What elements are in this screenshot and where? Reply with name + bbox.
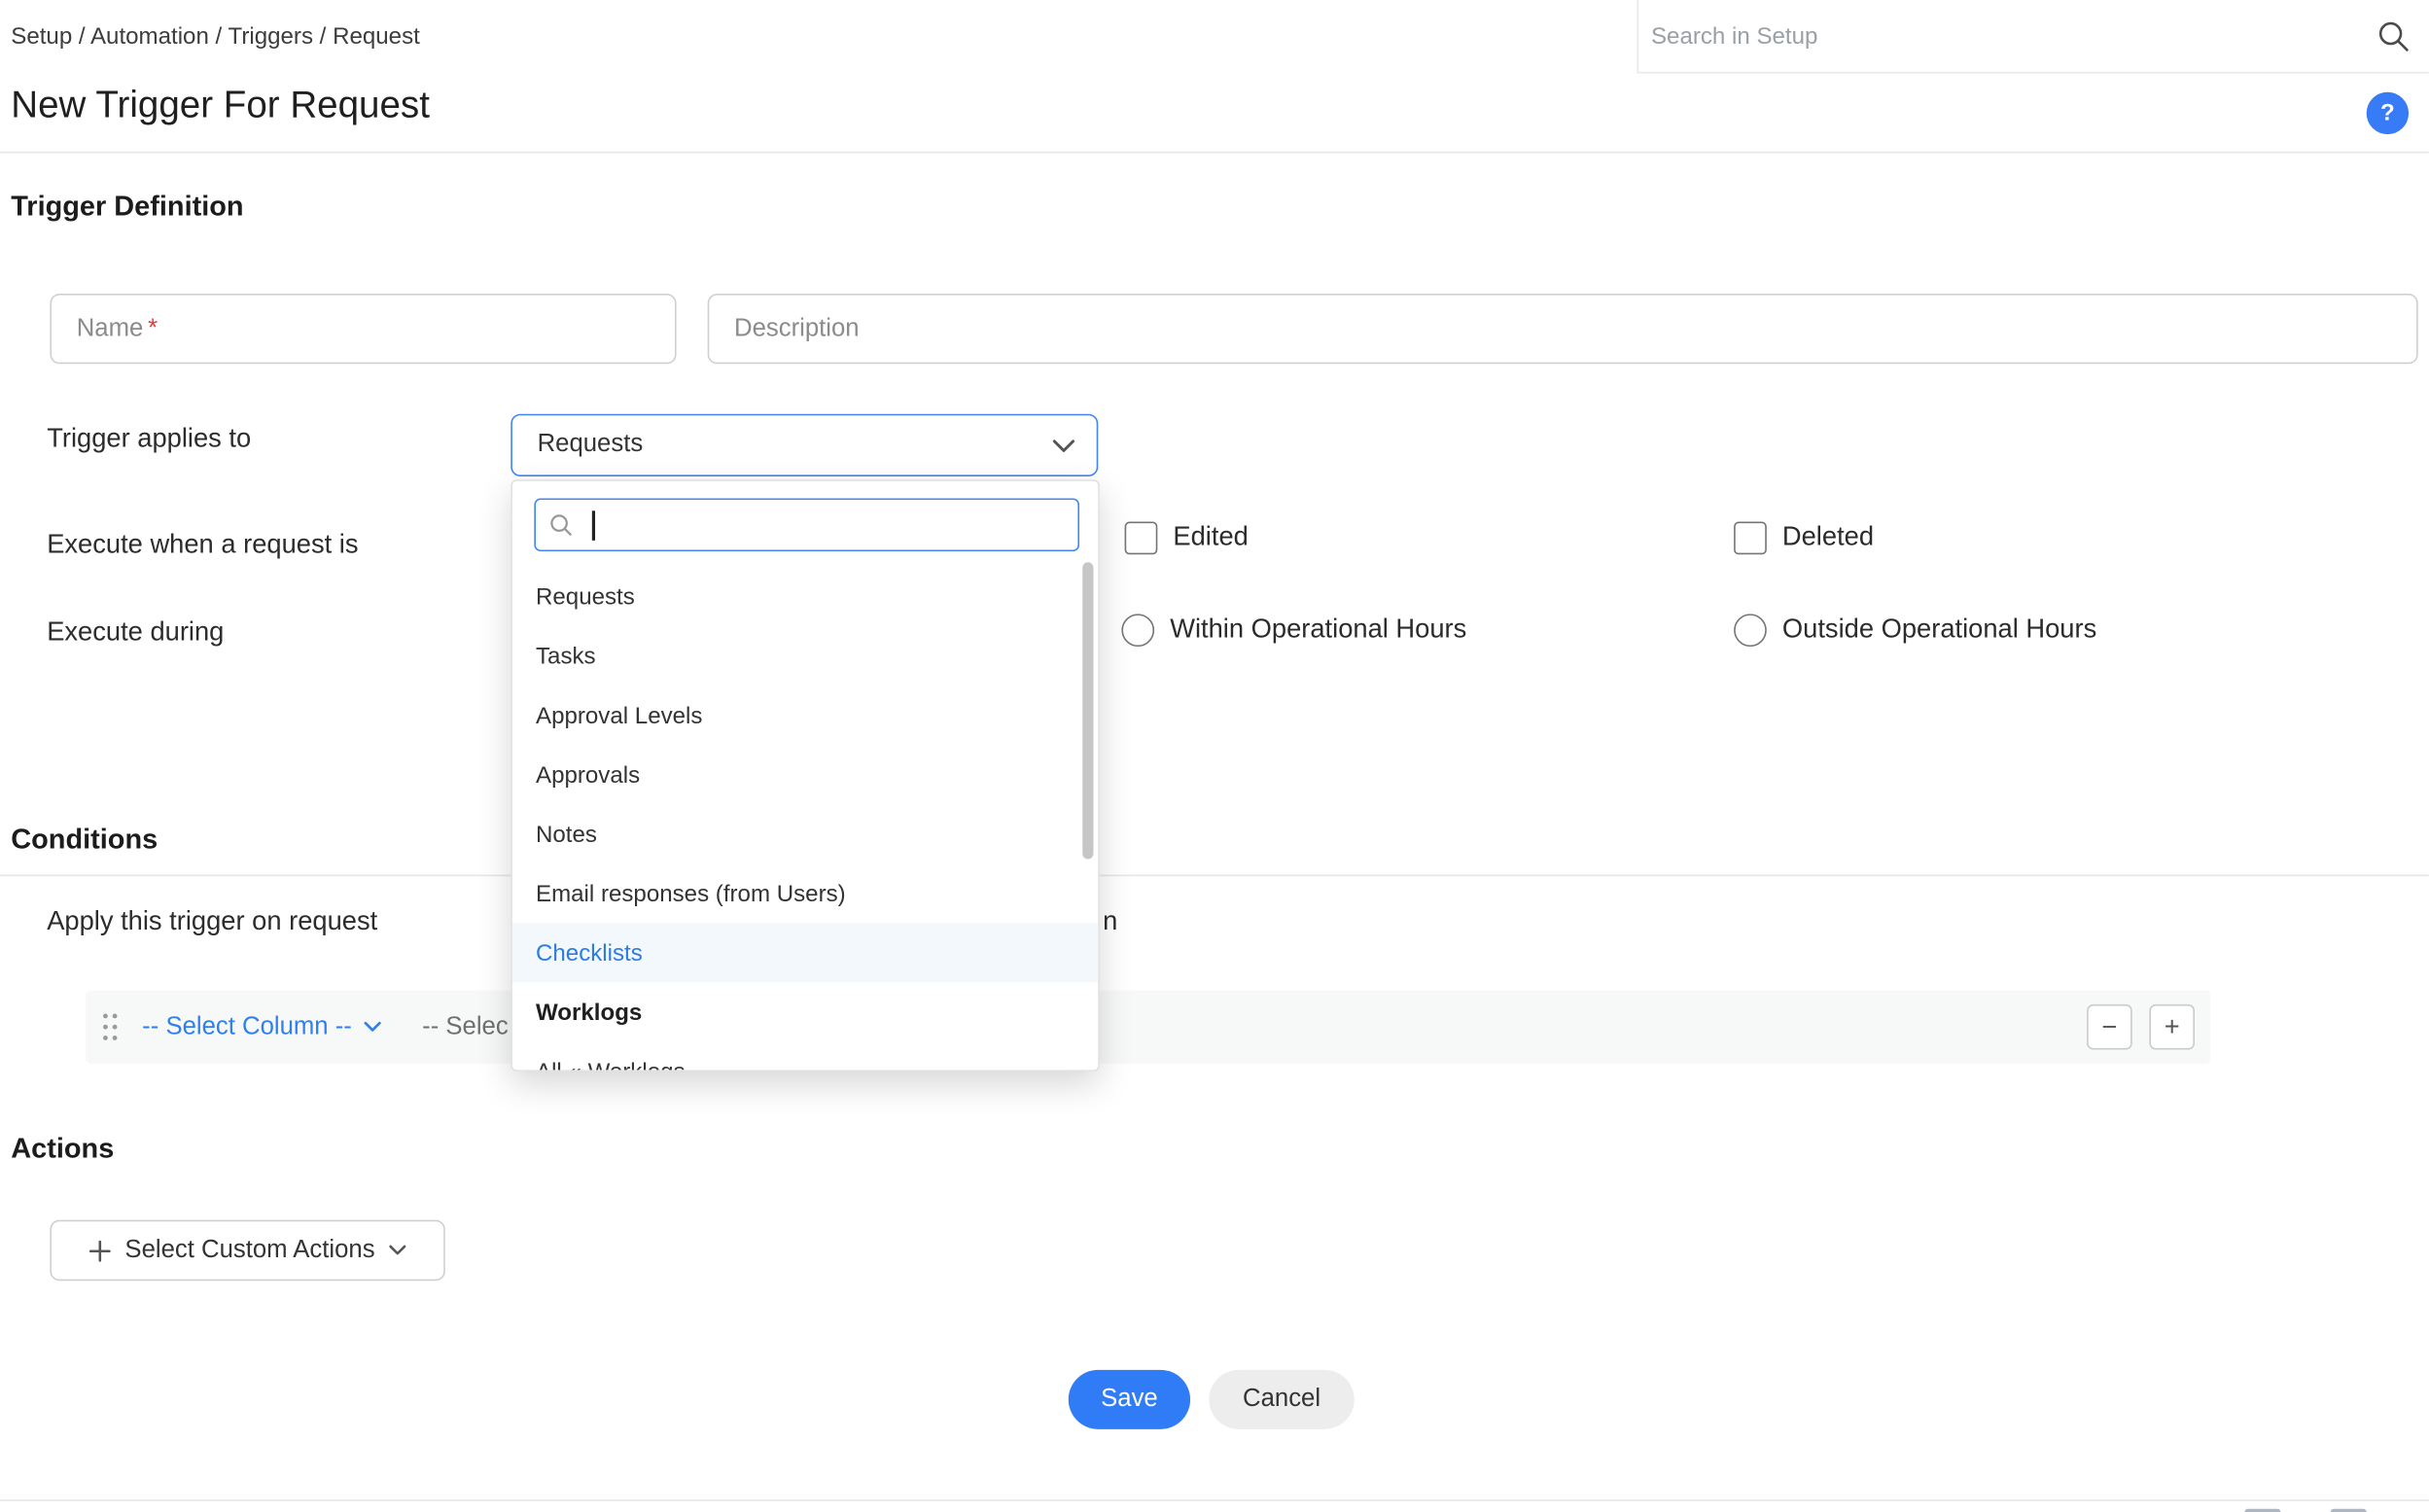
page-title: New Trigger For Request [11, 85, 430, 128]
execute-during-label: Execute during [47, 617, 224, 649]
select-criteria-dropdown-partial[interactable]: -- Selec [422, 1013, 509, 1041]
checkbox-deleted[interactable]: Deleted [1734, 520, 1874, 554]
apply-trigger-text-fragment: n [1103, 906, 1117, 937]
app-window: Setup / Automation / Triggers / Request … [0, 0, 2429, 1512]
option-approvals[interactable]: Approvals [512, 745, 1098, 804]
radio-outside-label: Outside Operational Hours [1782, 614, 2096, 645]
select-column-label: -- Select Column -- [142, 1013, 352, 1041]
applies-to-dropdown-panel: Requests Tasks Approval Levels Approvals… [510, 479, 1100, 1072]
option-approval-levels[interactable]: Approval Levels [512, 686, 1098, 745]
option-tasks[interactable]: Tasks [512, 626, 1098, 686]
option-email-responses[interactable]: Email responses (from Users) [512, 863, 1098, 923]
radio-icon[interactable] [1734, 614, 1767, 647]
option-group-worklogs: Worklogs [512, 982, 1098, 1041]
select-column-dropdown[interactable]: -- Select Column -- [142, 1013, 381, 1041]
select-custom-actions-label: Select Custom Actions [124, 1236, 374, 1264]
required-asterisk: * [148, 315, 158, 343]
condition-row: -- Select Column -- -- Selec − + [86, 990, 2210, 1064]
radio-icon[interactable] [1121, 614, 1154, 647]
add-condition-button[interactable]: + [2149, 1004, 2195, 1050]
option-notes[interactable]: Notes [512, 804, 1098, 863]
applies-to-select[interactable]: Requests [510, 414, 1098, 476]
conditions-divider [0, 875, 2429, 877]
actions-heading: Actions [11, 1133, 114, 1166]
cancel-button[interactable]: Cancel [1209, 1370, 1354, 1429]
description-placeholder: Description [734, 315, 860, 343]
search-input[interactable] [1648, 21, 2376, 52]
setup-search-box [1637, 0, 2429, 74]
name-field[interactable]: Name * [50, 294, 676, 364]
dropdown-scrollbar[interactable] [1082, 562, 1093, 859]
dropdown-search-input[interactable] [534, 498, 1079, 551]
checkbox-deleted-label: Deleted [1782, 522, 1874, 553]
footer-divider [0, 1499, 2429, 1501]
plus-icon [88, 1240, 110, 1261]
radio-outside-operational-hours[interactable]: Outside Operational Hours [1734, 613, 2096, 647]
radio-within-label: Within Operational Hours [1170, 614, 1466, 645]
breadcrumb[interactable]: Setup / Automation / Triggers / Request [11, 23, 420, 50]
description-field[interactable]: Description [708, 294, 2418, 364]
header-divider [0, 152, 2429, 154]
applies-to-label: Trigger applies to [47, 423, 251, 454]
checkbox-edited-label: Edited [1173, 522, 1248, 553]
radio-within-operational-hours[interactable]: Within Operational Hours [1121, 613, 1466, 647]
chevron-down-icon [365, 1022, 382, 1033]
apply-trigger-text: Apply this trigger on request [47, 906, 377, 937]
select-custom-actions-button[interactable]: Select Custom Actions [50, 1220, 444, 1282]
setup-page: Setup / Automation / Triggers / Request … [0, 0, 2429, 1512]
remove-condition-button[interactable]: − [2087, 1004, 2132, 1050]
option-requests[interactable]: Requests [512, 567, 1098, 626]
trigger-definition-heading: Trigger Definition [11, 191, 243, 224]
save-button[interactable]: Save [1069, 1370, 1190, 1429]
search-icon[interactable] [2376, 18, 2410, 53]
drag-handle-icon[interactable] [103, 1014, 119, 1040]
checkbox-icon[interactable] [1734, 521, 1767, 554]
checkbox-edited[interactable]: Edited [1125, 520, 1249, 554]
chevron-down-icon [1053, 439, 1074, 452]
name-placeholder: Name [77, 315, 144, 343]
chevron-down-icon [389, 1245, 406, 1255]
search-icon [548, 512, 574, 538]
checkbox-icon[interactable] [1125, 521, 1158, 554]
applies-to-options-list: Requests Tasks Approval Levels Approvals… [512, 567, 1098, 1072]
option-checklists[interactable]: Checklists [512, 923, 1098, 982]
execute-when-label: Execute when a request is [47, 530, 358, 561]
help-button[interactable]: ? [2367, 92, 2409, 134]
conditions-heading: Conditions [11, 824, 158, 857]
text-cursor [592, 510, 594, 540]
option-all-worklogs[interactable]: All « Worklogs [512, 1041, 1098, 1072]
applies-to-value: Requests [538, 431, 1053, 459]
